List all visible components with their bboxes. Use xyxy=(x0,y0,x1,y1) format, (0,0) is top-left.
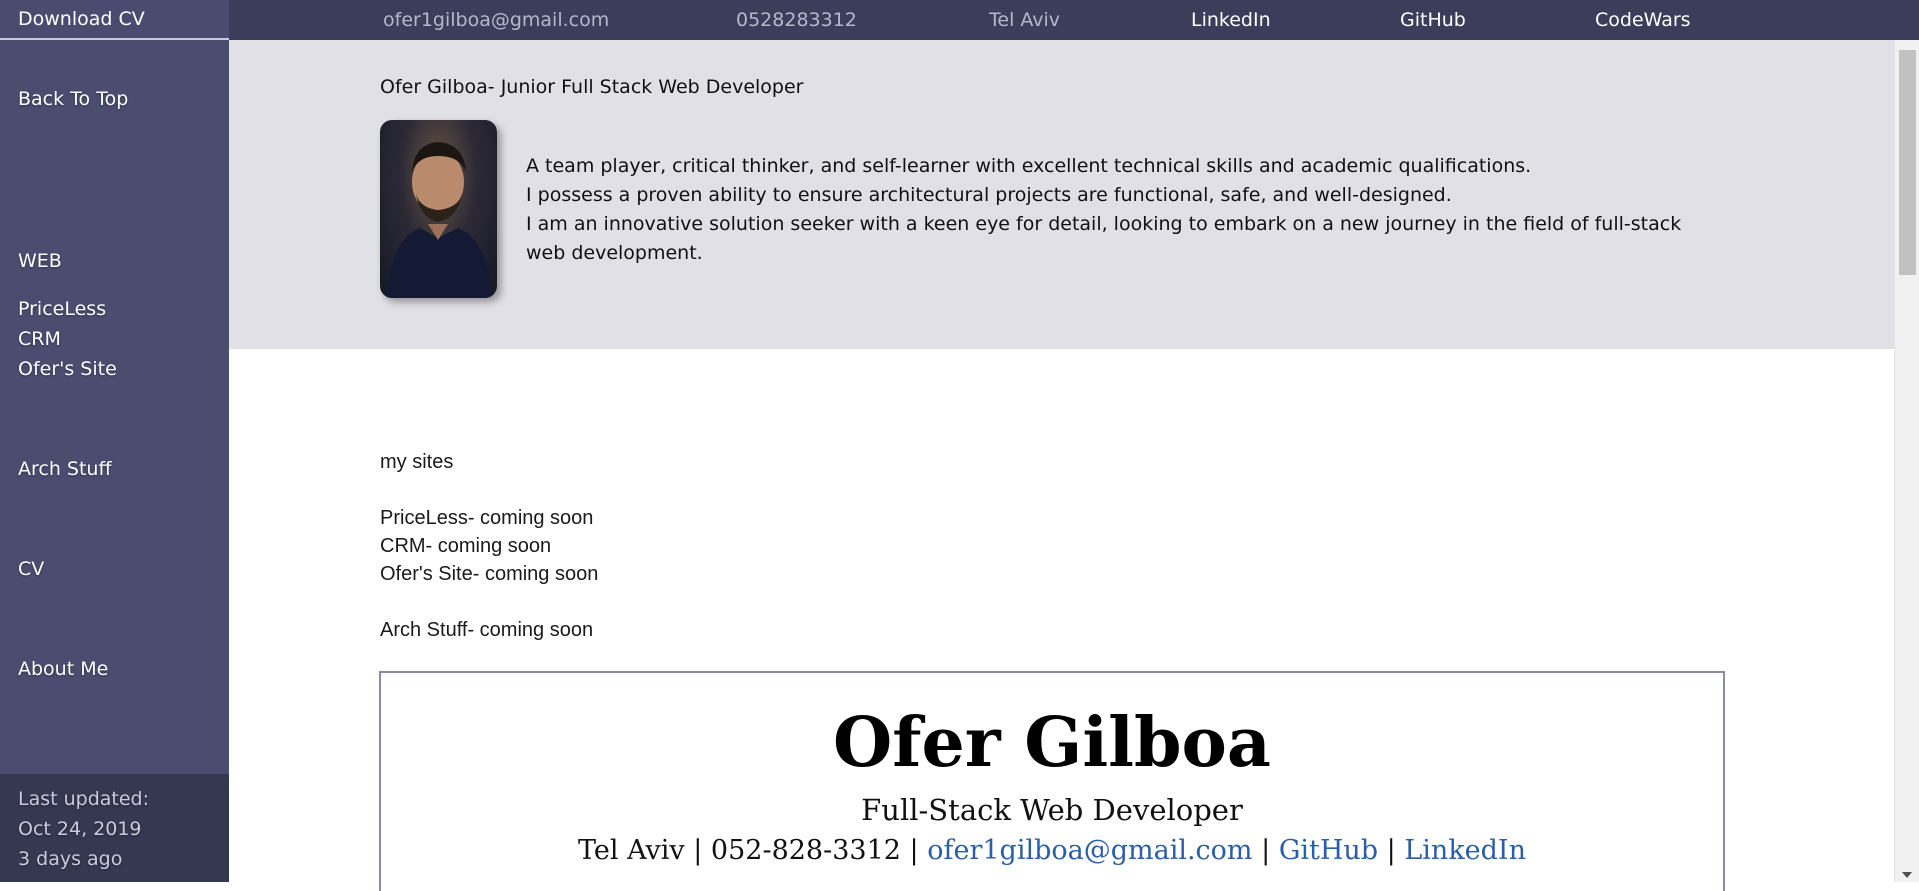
page-title: Ofer Gilboa- Junior Full Stack Web Devel… xyxy=(380,76,804,98)
profile-portrait-icon xyxy=(386,142,492,298)
cv-role: Full-Stack Web Developer xyxy=(861,793,1243,827)
cv-email-link[interactable]: ofer1gilboa@gmail.com xyxy=(927,835,1252,866)
cv-phone: 052-828-3312 xyxy=(710,835,901,866)
cv-separator: | xyxy=(684,835,711,866)
top-navbar: Download CV ofer1gilboa@gmail.com 052828… xyxy=(0,0,1919,40)
github-link[interactable]: GitHub xyxy=(1400,0,1466,40)
cv-separator: | xyxy=(900,835,928,866)
cv-github-link[interactable]: GitHub xyxy=(1279,835,1378,866)
phone-contact: 0528283312 xyxy=(736,9,857,31)
sidebar-item-web[interactable]: WEB xyxy=(18,250,62,272)
sidebar-item-crm[interactable]: CRM xyxy=(18,328,61,350)
profile-photo xyxy=(380,120,497,298)
sites-section: my sites PriceLess- coming soon CRM- com… xyxy=(380,448,598,644)
linkedin-link[interactable]: LinkedIn xyxy=(1191,0,1271,40)
location-label: Tel Aviv xyxy=(989,9,1061,31)
cv-document[interactable]: Ofer Gilboa Full-Stack Web Developer Tel… xyxy=(379,671,1725,891)
sidebar: Back To Top WEB PriceLess CRM Ofer's Sit… xyxy=(0,40,229,882)
cv-linkedin-link[interactable]: LinkedIn xyxy=(1404,835,1526,866)
email-contact: ofer1gilboa@gmail.com xyxy=(383,9,610,31)
last-updated-label: Last updated: xyxy=(18,788,150,810)
site-item-priceless: PriceLess- coming soon xyxy=(380,507,594,529)
scrollbar-thumb[interactable] xyxy=(1899,50,1916,275)
last-updated-ago: 3 days ago xyxy=(18,848,123,870)
scroll-down-arrow-icon[interactable] xyxy=(1902,872,1912,878)
site-item-crm: CRM- coming soon xyxy=(380,535,552,557)
last-updated-date: Oct 24, 2019 xyxy=(18,818,142,840)
sidebar-item-ofers-site[interactable]: Ofer's Site xyxy=(18,358,117,380)
sidebar-item-cv[interactable]: CV xyxy=(18,558,44,580)
site-item-ofers-site: Ofer's Site- coming soon xyxy=(380,563,599,585)
bio-line: I possess a proven ability to ensure arc… xyxy=(526,184,1452,206)
arch-stuff-item: Arch Stuff- coming soon xyxy=(380,619,594,641)
sidebar-item-back-to-top[interactable]: Back To Top xyxy=(18,88,128,110)
cv-contact-line: Tel Aviv | 052-828-3312 | ofer1gilboa@gm… xyxy=(381,835,1723,866)
download-cv-button[interactable]: Download CV xyxy=(0,0,229,40)
bio-line: I am an innovative solution seeker with … xyxy=(526,213,1682,264)
page-scrollbar[interactable] xyxy=(1894,40,1919,882)
cv-separator: | xyxy=(1252,835,1279,866)
bio-line: A team player, critical thinker, and sel… xyxy=(526,155,1532,177)
sidebar-item-arch-stuff[interactable]: Arch Stuff xyxy=(18,458,112,480)
intro-panel: Ofer Gilboa- Junior Full Stack Web Devel… xyxy=(229,40,1894,349)
codewars-link[interactable]: CodeWars xyxy=(1595,0,1691,40)
sidebar-item-priceless[interactable]: PriceLess xyxy=(18,298,106,320)
bio-text: A team player, critical thinker, and sel… xyxy=(526,152,1706,268)
cv-name: Ofer Gilboa xyxy=(833,703,1271,783)
last-updated-panel: Last updated: Oct 24, 2019 3 days ago xyxy=(0,774,229,882)
sidebar-item-about-me[interactable]: About Me xyxy=(18,658,108,680)
cv-location: Tel Aviv xyxy=(578,835,685,866)
cv-separator: | xyxy=(1378,835,1405,866)
sites-heading: my sites xyxy=(380,451,454,473)
